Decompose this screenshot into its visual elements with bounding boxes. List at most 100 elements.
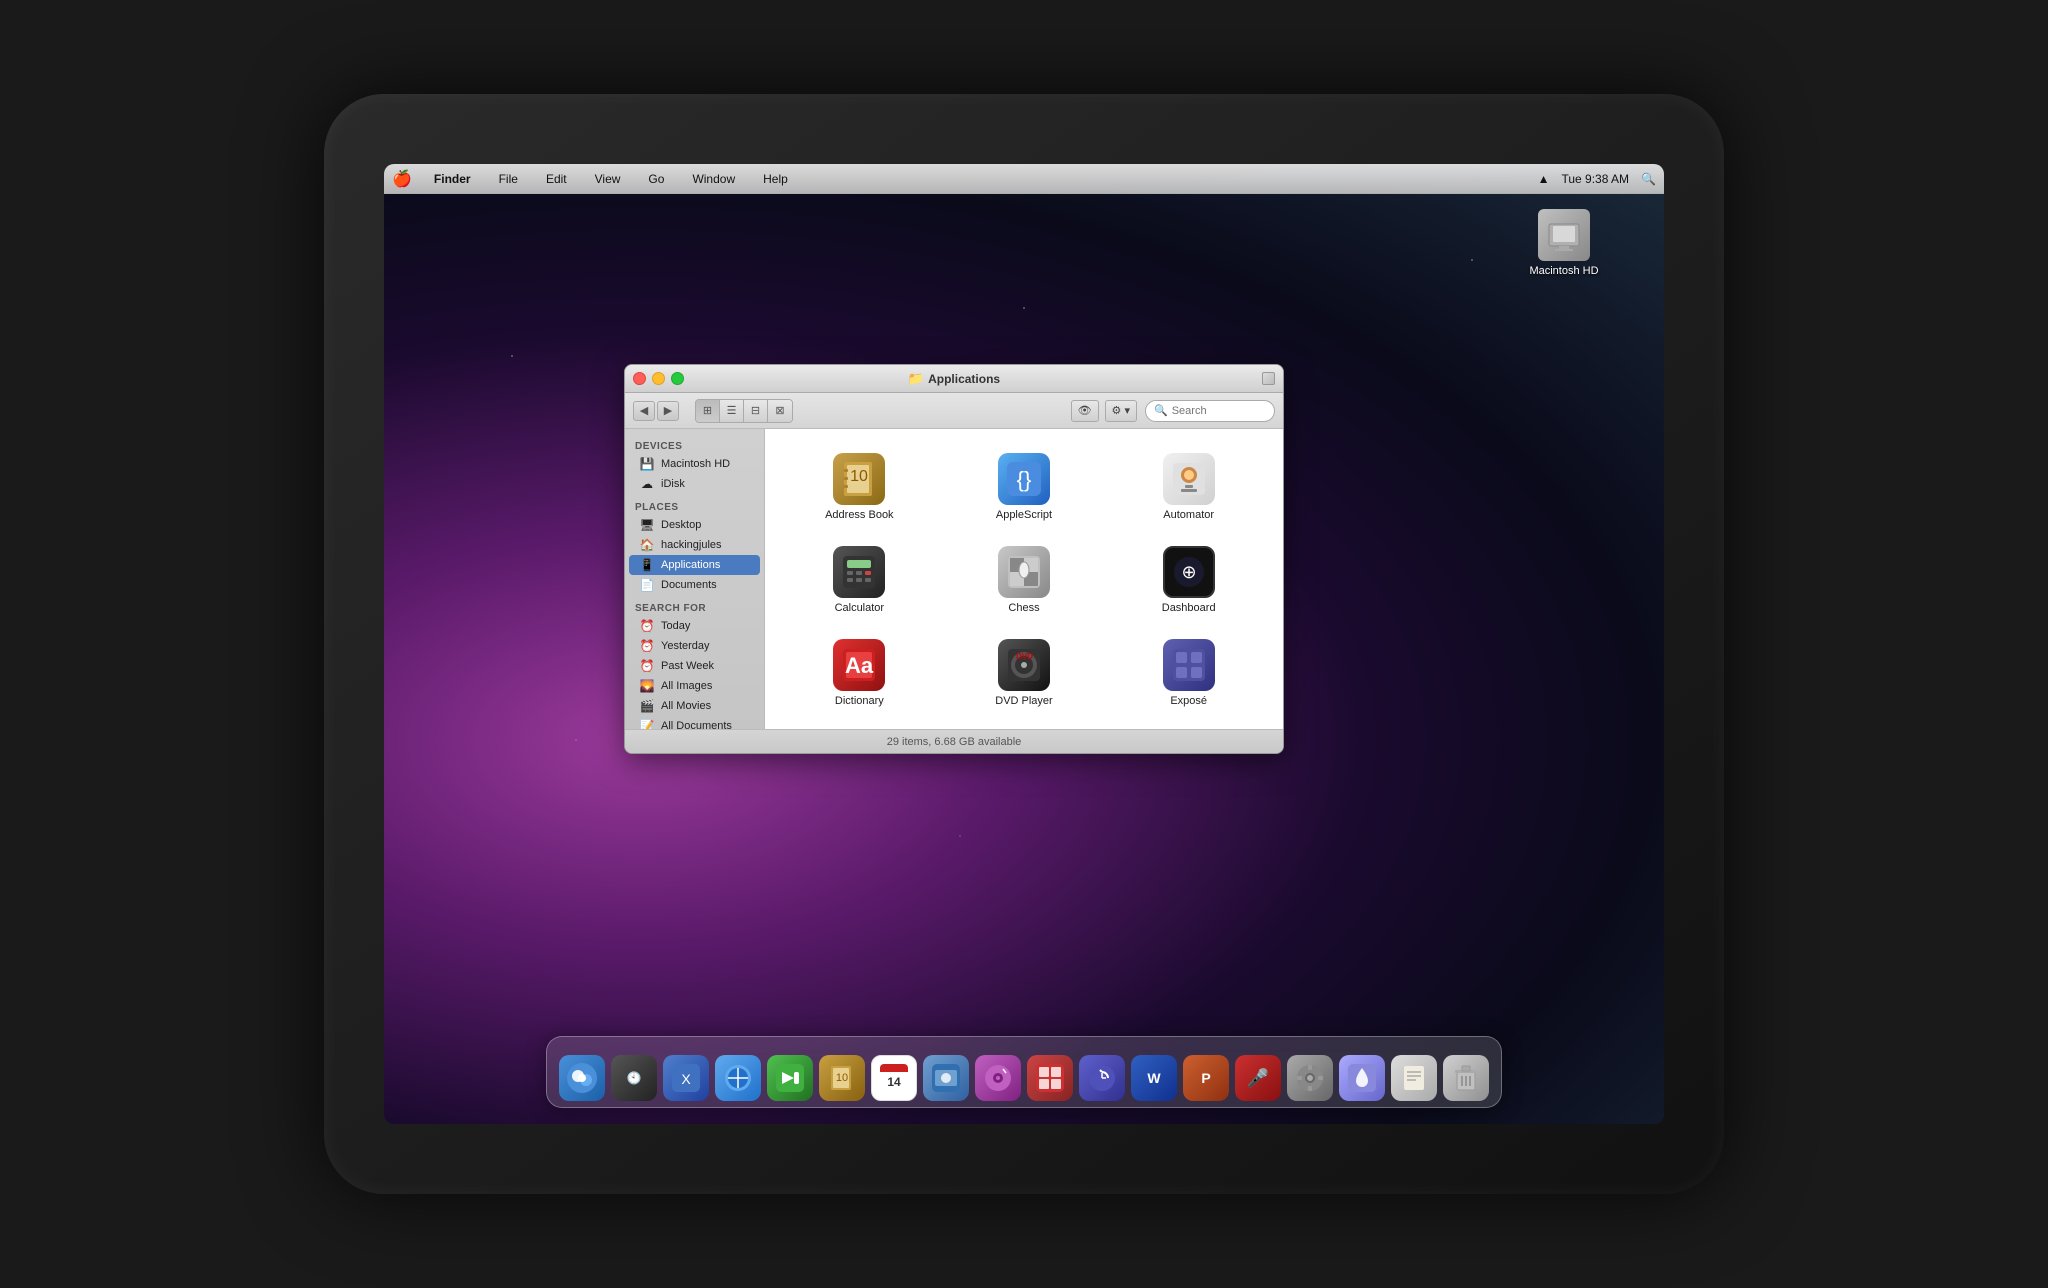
sidebar-label-desktop: Desktop — [661, 519, 701, 531]
list-view-button[interactable]: ☰ — [720, 400, 744, 422]
dock-powerpoint[interactable]: P — [1183, 1055, 1229, 1101]
sidebar-item-today[interactable]: ⏰ Today — [629, 616, 760, 636]
sidebar-label-all-images: All Images — [661, 680, 712, 692]
menu-window[interactable]: Window — [686, 170, 741, 188]
close-button[interactable] — [633, 372, 646, 385]
app-font-book[interactable]: A Font Book — [781, 725, 938, 729]
menu-bar: 🍎 Finder File Edit View Go Window Help ▲… — [384, 164, 1664, 194]
dock-iphoto[interactable] — [923, 1055, 969, 1101]
sidebar-label-home: hackingjules — [661, 539, 722, 551]
dock-ical[interactable]: 14 — [871, 1055, 917, 1101]
app-address-book[interactable]: 10 Address Book — [781, 445, 938, 530]
svg-text:DVD: DVD — [1016, 652, 1033, 661]
coverflow-view-button[interactable]: ⊠ — [768, 400, 792, 422]
dock-word[interactable]: W — [1131, 1055, 1177, 1101]
toolbar-actions: 👁 ⚙ ▾ — [1071, 400, 1137, 422]
today-icon: ⏰ — [639, 619, 655, 633]
dictionary-label: Dictionary — [835, 695, 884, 708]
idisk-icon: ☁ — [639, 477, 655, 491]
sidebar-item-all-movies[interactable]: 🎬 All Movies — [629, 696, 760, 716]
sidebar-item-documents[interactable]: 📄 Documents — [629, 575, 760, 595]
address-book-label: Address Book — [825, 509, 893, 522]
sidebar-label-yesterday: Yesterday — [661, 640, 710, 652]
menu-file[interactable]: File — [493, 170, 524, 188]
search-menu-icon[interactable]: 🔍 — [1641, 172, 1656, 186]
finder-window: 📁 Applications ◀ ▶ ⊞ ☰ ⊟ ⊠ — [624, 364, 1284, 754]
menu-go[interactable]: Go — [642, 170, 670, 188]
screen: 🍎 Finder File Edit View Go Window Help ▲… — [384, 164, 1664, 1124]
dock-itunes[interactable] — [975, 1055, 1021, 1101]
icon-view-button[interactable]: ⊞ — [696, 400, 720, 422]
home-icon: 🏠 — [639, 538, 655, 552]
search-input[interactable] — [1172, 405, 1262, 417]
dock-address-book[interactable]: 10 — [819, 1055, 865, 1101]
app-automator[interactable]: Automator — [1110, 445, 1267, 530]
window-title-text: Applications — [928, 372, 1000, 386]
menu-bar-left: 🍎 Finder File Edit View Go Window Help — [392, 169, 794, 189]
dock-safari[interactable] — [715, 1055, 761, 1101]
sidebar-item-all-documents[interactable]: 📝 All Documents — [629, 716, 760, 729]
dock-system-prefs[interactable] — [1287, 1055, 1333, 1101]
status-text: 29 items, 6.68 GB available — [887, 736, 1022, 748]
dock-finder[interactable] — [559, 1055, 605, 1101]
resize-button[interactable] — [1262, 372, 1275, 385]
sidebar-item-applications[interactable]: 📱 Applications — [629, 555, 760, 575]
app-calculator[interactable]: Calculator — [781, 538, 938, 623]
app-applescript[interactable]: {} AppleScript — [946, 445, 1103, 530]
search-bar[interactable]: 🔍 — [1145, 400, 1275, 422]
sidebar-label-past-week: Past Week — [661, 660, 714, 672]
dock-textedit[interactable] — [1391, 1055, 1437, 1101]
clock-display: Tue 9:38 AM — [1561, 172, 1629, 186]
automator-label: Automator — [1163, 509, 1214, 522]
dock-trash[interactable] — [1443, 1055, 1489, 1101]
dashboard-label: Dashboard — [1162, 602, 1216, 615]
dock-grid-app[interactable] — [1027, 1055, 1073, 1101]
macintosh-hd-desktop-icon[interactable]: Macintosh HD — [1524, 209, 1604, 277]
chess-label: Chess — [1008, 602, 1039, 615]
all-documents-icon: 📝 — [639, 719, 655, 729]
sidebar-label-all-documents: All Documents — [661, 720, 732, 729]
dock-drop[interactable] — [1339, 1055, 1385, 1101]
menu-edit[interactable]: Edit — [540, 170, 573, 188]
app-dvd-player[interactable]: DVD DVD Player — [946, 631, 1103, 716]
sidebar-item-past-week[interactable]: ⏰ Past Week — [629, 656, 760, 676]
devices-header: DEVICES — [625, 437, 764, 454]
sidebar-label-today: Today — [661, 620, 690, 632]
app-chess[interactable]: Chess — [946, 538, 1103, 623]
back-button[interactable]: ◀ — [633, 401, 655, 421]
macintosh-hd-icon — [1538, 209, 1590, 261]
gear-action-button[interactable]: ⚙ ▾ — [1105, 400, 1137, 422]
sidebar-item-macintosh-hd[interactable]: 💾 Macintosh HD — [629, 454, 760, 474]
menu-help[interactable]: Help — [757, 170, 794, 188]
address-book-icon: 10 — [833, 453, 885, 505]
app-front-row[interactable]: Front Row — [946, 725, 1103, 729]
dock-keynote[interactable]: 🎤 — [1235, 1055, 1281, 1101]
devices-section: DEVICES 💾 Macintosh HD ☁ iDisk — [625, 437, 764, 494]
eye-action-button[interactable]: 👁 — [1071, 400, 1099, 422]
sidebar-item-all-images[interactable]: 🌄 All Images — [629, 676, 760, 696]
search-section: SEARCH FOR ⏰ Today ⏰ Yesterday ⏰ — [625, 599, 764, 729]
places-section: PLACES 🖥 Desktop 🏠 hackingjules 📱 — [625, 498, 764, 595]
dock-xcode[interactable]: X — [663, 1055, 709, 1101]
maximize-button[interactable] — [671, 372, 684, 385]
dock-facetime[interactable] — [767, 1055, 813, 1101]
app-expose[interactable]: Exposé — [1110, 631, 1267, 716]
apple-menu-icon[interactable]: 🍎 — [392, 169, 412, 189]
automator-icon — [1163, 453, 1215, 505]
dock-timemachine[interactable] — [1079, 1055, 1125, 1101]
sidebar-item-idisk[interactable]: ☁ iDisk — [629, 474, 760, 494]
forward-button[interactable]: ▶ — [657, 401, 679, 421]
app-ical[interactable]: 17 iCal — [1110, 725, 1267, 729]
menu-finder[interactable]: Finder — [428, 170, 477, 188]
dock-system-clock[interactable]: 🕙 — [611, 1055, 657, 1101]
app-dictionary[interactable]: Aa Dictionary — [781, 631, 938, 716]
sidebar-item-home[interactable]: 🏠 hackingjules — [629, 535, 760, 555]
minimize-button[interactable] — [652, 372, 665, 385]
tablet-frame: 🍎 Finder File Edit View Go Window Help ▲… — [324, 94, 1724, 1194]
sidebar-item-desktop[interactable]: 🖥 Desktop — [629, 515, 760, 535]
app-dashboard[interactable]: ⊕ Dashboard — [1110, 538, 1267, 623]
column-view-button[interactable]: ⊟ — [744, 400, 768, 422]
menu-view[interactable]: View — [589, 170, 627, 188]
window-folder-icon: 📁 — [908, 371, 924, 387]
sidebar-item-yesterday[interactable]: ⏰ Yesterday — [629, 636, 760, 656]
